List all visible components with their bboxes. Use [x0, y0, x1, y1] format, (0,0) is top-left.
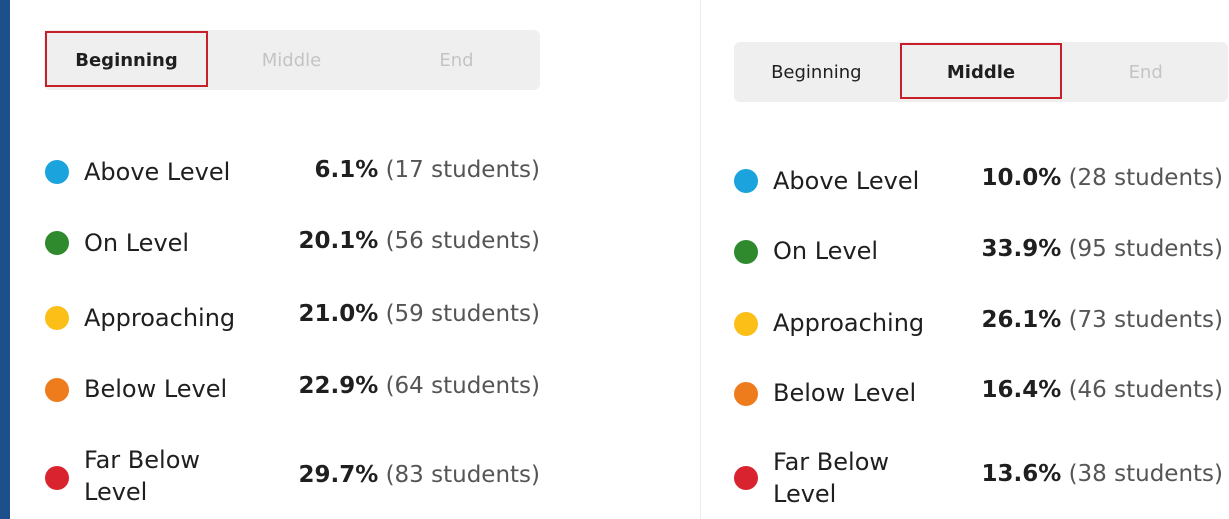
level-value: 26.1% (73 students) [981, 307, 1223, 333]
tab-middle[interactable]: Middle [899, 42, 1064, 102]
level-student-count: (83 students) [385, 462, 540, 488]
on-level-dot-icon [45, 231, 69, 255]
level-label: Above Level [773, 167, 920, 195]
level-student-count: (46 students) [1068, 377, 1223, 403]
period-tabs: Beginning Middle End [734, 42, 1228, 102]
far-below-level-dot-icon [45, 466, 69, 490]
level-student-count: (59 students) [385, 301, 540, 327]
level-row-far-below: Far Below Level 13.6% (38 students) [701, 444, 1229, 519]
level-student-count: (64 students) [385, 373, 540, 399]
level-percent: 22.9% [298, 373, 379, 399]
above-level-dot-icon [45, 160, 69, 184]
tab-end[interactable]: End [1063, 42, 1228, 102]
level-row-below: Below Level 16.4% (46 students) [701, 361, 1229, 421]
approaching-dot-icon [734, 312, 758, 336]
level-label: Far Below Level [773, 448, 890, 508]
level-student-count: (17 students) [385, 157, 540, 183]
above-level-dot-icon [734, 169, 758, 193]
level-percent: 21.0% [298, 301, 379, 327]
level-label: Below Level [773, 379, 917, 407]
level-label: Approaching [773, 309, 925, 337]
level-percent: 26.1% [981, 307, 1062, 333]
level-student-count: (28 students) [1068, 165, 1223, 191]
left-accent-bar [0, 0, 10, 519]
level-student-count: (95 students) [1068, 236, 1223, 262]
level-label: Far Below Level [84, 446, 201, 506]
level-percent: 13.6% [981, 461, 1062, 487]
below-level-dot-icon [45, 378, 69, 402]
level-row-on: On Level 33.9% (95 students) [701, 219, 1229, 279]
panel-beginning: Beginning Middle End Above Level 6.1% (1… [10, 0, 610, 519]
level-row-below: Below Level 22.9% (64 students) [10, 355, 610, 415]
period-tabs: Beginning Middle End [44, 30, 540, 90]
level-label: Below Level [84, 375, 228, 403]
level-row-far-below: Far Below Level 29.7% (83 students) [10, 440, 610, 519]
below-level-dot-icon [734, 382, 758, 406]
level-student-count: (38 students) [1068, 461, 1223, 487]
level-percent: 20.1% [298, 228, 379, 254]
level-percent: 16.4% [981, 377, 1062, 403]
level-label: On Level [773, 237, 879, 265]
level-row-approaching: Approaching 26.1% (73 students) [701, 292, 1229, 352]
tab-middle[interactable]: Middle [209, 30, 374, 90]
level-label: On Level [84, 229, 190, 257]
level-value: 20.1% (56 students) [298, 228, 540, 254]
level-student-count: (56 students) [385, 228, 540, 254]
level-value: 21.0% (59 students) [298, 301, 540, 327]
tab-beginning[interactable]: Beginning [734, 42, 899, 102]
tab-end[interactable]: End [374, 30, 539, 90]
level-label: Above Level [84, 158, 231, 186]
level-percent: 6.1% [314, 157, 379, 183]
on-level-dot-icon [734, 240, 758, 264]
level-value: 13.6% (38 students) [981, 461, 1223, 487]
level-value: 22.9% (64 students) [298, 373, 540, 399]
tab-beginning[interactable]: Beginning [44, 30, 209, 90]
level-row-above: Above Level 10.0% (28 students) [701, 148, 1229, 208]
level-label: Approaching [84, 304, 236, 332]
level-percent: 29.7% [298, 462, 379, 488]
level-student-count: (73 students) [1068, 307, 1223, 333]
level-value: 33.9% (95 students) [981, 236, 1223, 262]
level-row-approaching: Approaching 21.0% (59 students) [10, 284, 610, 344]
level-value: 10.0% (28 students) [981, 165, 1223, 191]
level-percent: 10.0% [981, 165, 1062, 191]
level-value: 6.1% (17 students) [314, 157, 540, 183]
level-row-on: On Level 20.1% (56 students) [10, 211, 610, 271]
approaching-dot-icon [45, 306, 69, 330]
far-below-level-dot-icon [734, 466, 758, 490]
level-value: 16.4% (46 students) [981, 377, 1223, 403]
level-value: 29.7% (83 students) [298, 462, 540, 488]
level-row-above: Above Level 6.1% (17 students) [10, 140, 610, 200]
level-percent: 33.9% [981, 236, 1062, 262]
panel-middle: Beginning Middle End Above Level 10.0% (… [701, 0, 1229, 519]
